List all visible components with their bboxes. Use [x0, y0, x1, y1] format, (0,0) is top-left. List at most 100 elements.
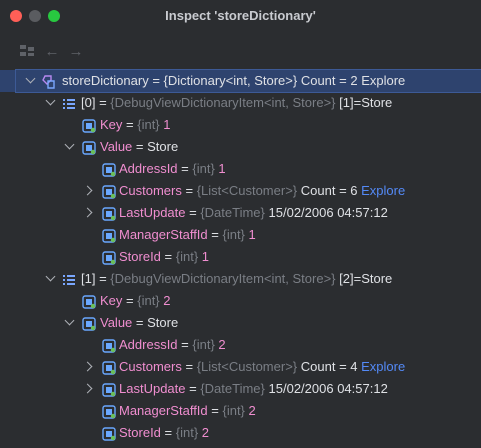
- field-eq: =: [177, 161, 193, 176]
- field-eq: =: [177, 337, 193, 352]
- field-name: Customers: [119, 183, 182, 198]
- list-item-icon: [62, 272, 76, 286]
- tree-row-key[interactable]: Key = {int} 1: [0, 114, 481, 136]
- tree-row-field[interactable]: LastUpdate = {DateTime} 15/02/2006 04:57…: [0, 378, 481, 400]
- root-name: storeDictionary: [62, 73, 149, 88]
- chevron-right-icon[interactable]: [82, 383, 93, 394]
- tree-row-value[interactable]: Value = Store: [0, 312, 481, 334]
- field-type: {int}: [175, 425, 199, 440]
- field-value: 1: [218, 161, 226, 176]
- explore-link[interactable]: Explore: [361, 183, 405, 198]
- item-type: {DebugViewDictionaryItem<int, Store>}: [110, 271, 336, 286]
- field-name: ManagerStaffId: [119, 227, 208, 242]
- tree-row-field[interactable]: Customers = {List<Customer>} Count = 6 E…: [0, 180, 481, 202]
- field-value: Count = 4: [300, 359, 358, 374]
- key-type: {int}: [137, 117, 160, 132]
- dictionary-object-icon: [42, 74, 56, 89]
- field-icon: [82, 140, 96, 155]
- item-eq: =: [95, 95, 111, 110]
- chevron-down-icon[interactable]: [64, 139, 75, 150]
- tree-row-field[interactable]: AddressId = {int} 2: [0, 334, 481, 356]
- field-value: 2: [201, 425, 210, 440]
- chevron-down-icon[interactable]: [45, 95, 56, 106]
- value-name: Value: [100, 139, 133, 154]
- field-icon: [102, 360, 116, 375]
- chevron-down-icon[interactable]: [25, 73, 36, 84]
- value-eq: =: [132, 139, 148, 154]
- field-type: {int}: [192, 161, 215, 176]
- root-explore-link[interactable]: Explore: [361, 73, 405, 88]
- field-icon: [82, 118, 96, 133]
- chevron-right-icon[interactable]: [82, 361, 93, 372]
- tree-row-field[interactable]: StoreId = {int} 1: [0, 246, 481, 268]
- debug-tree: storeDictionary = {Dictionary<int, Store…: [0, 69, 481, 444]
- tree-row-field[interactable]: ManagerStaffId = {int} 1: [0, 224, 481, 246]
- field-type: {List<Customer>}: [196, 359, 298, 374]
- field-icon: [102, 184, 116, 199]
- field-eq: =: [181, 359, 197, 374]
- field-value: Count = 6: [300, 183, 358, 198]
- field-icon: [82, 316, 96, 331]
- field-name: StoreId: [119, 249, 161, 264]
- tree-row-root[interactable]: storeDictionary = {Dictionary<int, Store…: [0, 69, 481, 93]
- key-name: Key: [100, 293, 123, 308]
- field-value: 1: [201, 249, 210, 264]
- field-eq: =: [181, 183, 197, 198]
- value-eq: =: [132, 315, 148, 330]
- item-index: [0]: [81, 95, 96, 110]
- key-eq: =: [122, 293, 138, 308]
- tree-row-item[interactable]: [0] = {DebugViewDictionaryItem<int, Stor…: [0, 92, 481, 114]
- chevron-down-icon[interactable]: [64, 315, 75, 326]
- key-value: 2: [163, 293, 171, 308]
- root-eq: =: [148, 73, 164, 88]
- field-icon: [102, 338, 116, 353]
- field-value: 2: [248, 403, 256, 418]
- field-eq: =: [160, 425, 176, 440]
- field-eq: =: [160, 249, 176, 264]
- field-icon: [102, 162, 116, 177]
- value-value: Store: [147, 139, 179, 154]
- field-name: LastUpdate: [119, 381, 186, 396]
- field-eq: =: [207, 403, 223, 418]
- field-name: AddressId: [119, 337, 178, 352]
- forward-arrow-icon[interactable]: →: [66, 38, 86, 64]
- chevron-right-icon[interactable]: [82, 185, 93, 196]
- item-suffix-key: [2]: [339, 271, 354, 286]
- chevron-down-icon[interactable]: [45, 271, 56, 282]
- tree-row-field[interactable]: ManagerStaffId = {int} 2: [0, 400, 481, 422]
- field-type: {DateTime}: [200, 205, 265, 220]
- inspect-window: Inspect 'storeDictionary' ← → storeDicti…: [0, 0, 481, 447]
- explore-link[interactable]: Explore: [361, 359, 405, 374]
- chevron-right-icon[interactable]: [82, 207, 93, 218]
- item-type: {DebugViewDictionaryItem<int, Store>}: [110, 95, 336, 110]
- tree-row-item[interactable]: [1] = {DebugViewDictionaryItem<int, Stor…: [0, 268, 481, 290]
- field-type: {List<Customer>}: [196, 183, 298, 198]
- field-icon: [102, 206, 116, 221]
- field-value: 15/02/2006 04:57:12: [268, 381, 388, 396]
- tree-row-field[interactable]: StoreId = {int} 2: [0, 422, 481, 444]
- field-icon: [102, 228, 116, 243]
- value-name: Value: [100, 315, 133, 330]
- tree-row-key[interactable]: Key = {int} 2: [0, 290, 481, 312]
- tree-view-icon[interactable]: [16, 38, 38, 64]
- field-eq: =: [185, 381, 201, 396]
- tree-row-field[interactable]: Customers = {List<Customer>} Count = 4 E…: [0, 356, 481, 378]
- field-icon: [102, 250, 116, 265]
- list-item-icon: [62, 96, 76, 110]
- field-type: {int}: [222, 403, 245, 418]
- title-bar: Inspect 'storeDictionary': [0, 0, 481, 30]
- field-name: Customers: [119, 359, 182, 374]
- tree-row-field[interactable]: AddressId = {int} 1: [0, 158, 481, 180]
- field-value: 15/02/2006 04:57:12: [268, 205, 388, 220]
- field-type: {int}: [175, 249, 199, 264]
- field-name: StoreId: [119, 425, 161, 440]
- field-icon: [102, 382, 116, 397]
- field-type: {DateTime}: [200, 381, 265, 396]
- back-arrow-icon[interactable]: ←: [42, 38, 62, 64]
- field-name: AddressId: [119, 161, 178, 176]
- field-eq: =: [185, 205, 201, 220]
- tree-row-field[interactable]: LastUpdate = {DateTime} 15/02/2006 04:57…: [0, 202, 481, 224]
- key-eq: =: [122, 117, 138, 132]
- tree-row-value[interactable]: Value = Store: [0, 136, 481, 158]
- field-icon: [102, 426, 116, 441]
